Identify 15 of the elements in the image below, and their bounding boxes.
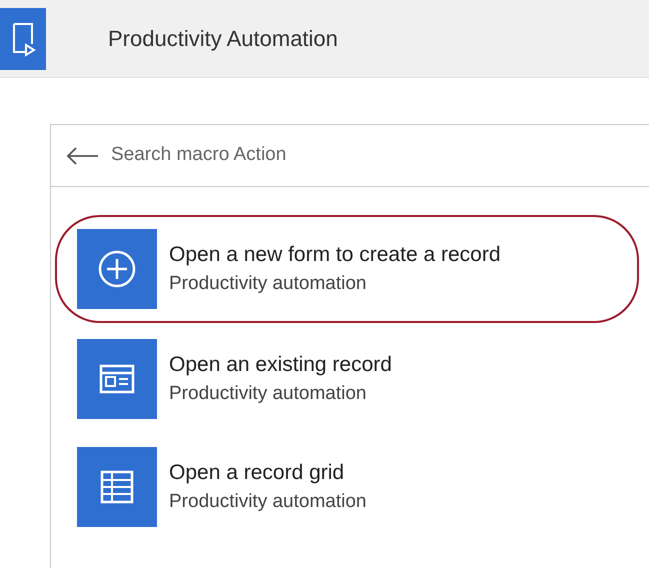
action-title: Open a record grid <box>169 460 346 486</box>
form-icon <box>99 364 135 394</box>
plus-circle-icon <box>97 249 137 289</box>
action-subtitle: Productivity automation <box>169 272 368 296</box>
table-icon <box>99 469 135 505</box>
action-title: Open a new form to create a record <box>169 242 500 268</box>
action-item[interactable]: Open a new form to create a record Productivity automation <box>55 215 639 323</box>
back-arrow-icon[interactable] <box>65 146 99 166</box>
action-title: Open an existing record <box>169 352 392 378</box>
action-item[interactable]: Open an existing record Productivity automation <box>51 339 649 419</box>
action-item[interactable]: Open a record grid Productivity automation <box>51 447 649 527</box>
search-field[interactable]: Search macro Action <box>111 141 649 170</box>
action-subtitle: Productivity automation <box>169 382 368 406</box>
action-subtitle: Productivity automation <box>169 490 366 514</box>
app-title: Productivity Automation <box>108 25 338 53</box>
